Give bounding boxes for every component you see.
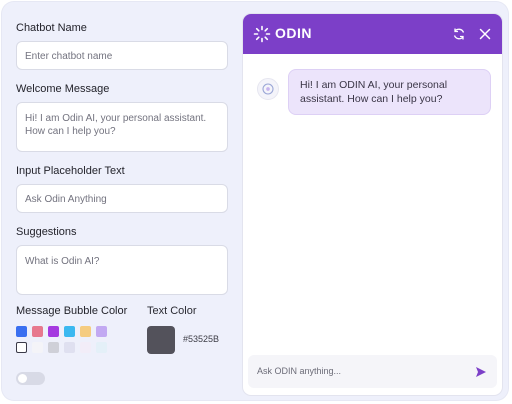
swatch-peach[interactable] <box>80 326 91 337</box>
chatbot-settings-panel: Chatbot Name Enter chatbot name Welcome … <box>2 2 508 400</box>
swatch-pink[interactable] <box>32 326 43 337</box>
settings-form: Chatbot Name Enter chatbot name Welcome … <box>16 22 228 295</box>
suggestions-label: Suggestions <box>16 226 77 238</box>
chat-message-input[interactable]: Ask ODIN anything... <box>257 355 457 388</box>
chat-header: ODIN <box>243 14 502 54</box>
chatbot-name-input[interactable]: Enter chatbot name <box>16 41 228 70</box>
odin-logo-icon <box>253 25 271 43</box>
send-icon[interactable] <box>475 366 487 378</box>
swatch-pale-blue[interactable] <box>64 342 75 353</box>
bot-avatar-icon <box>257 78 279 100</box>
suggestions-textarea[interactable]: What is Odin AI? <box>16 245 228 295</box>
refresh-icon[interactable] <box>452 27 466 41</box>
swatch-purple[interactable] <box>48 326 59 337</box>
swatch-white-selected[interactable] <box>16 342 27 353</box>
chat-preview-window: ODIN Hi! I am ODIN AI, your personal ass… <box>243 14 502 395</box>
text-color-hex: #53525B <box>183 334 220 344</box>
swatch-pale-sky[interactable] <box>96 342 107 353</box>
swatch-light-gray[interactable] <box>32 342 43 353</box>
swatch-cyan[interactable] <box>64 326 75 337</box>
close-icon[interactable] <box>478 27 492 41</box>
swatch-pale-lilac[interactable] <box>80 342 91 353</box>
bot-welcome-bubble: Hi! I am ODIN AI, your personal assistan… <box>288 69 491 115</box>
bubble-color-label: Message Bubble Color <box>16 305 128 317</box>
swatch-blue[interactable] <box>16 326 27 337</box>
chat-brand-title: ODIN <box>275 25 312 41</box>
welcome-message-label: Welcome Message <box>16 83 110 95</box>
chat-input-bar: Ask ODIN anything... <box>248 355 497 388</box>
swatch-lavender[interactable] <box>96 326 107 337</box>
input-placeholder-field[interactable]: Ask Odin Anything <box>16 184 228 213</box>
toggle-switch[interactable] <box>16 372 45 385</box>
toggle-knob <box>18 374 27 383</box>
swatch-gray[interactable] <box>48 342 59 353</box>
welcome-message-textarea[interactable]: Hi! I am Odin AI, your personal assistan… <box>16 102 228 152</box>
chatbot-name-label: Chatbot Name <box>16 22 87 34</box>
input-placeholder-label: Input Placeholder Text <box>16 165 125 177</box>
text-color-preview[interactable] <box>147 326 175 354</box>
text-color-label: Text Color <box>147 305 197 317</box>
